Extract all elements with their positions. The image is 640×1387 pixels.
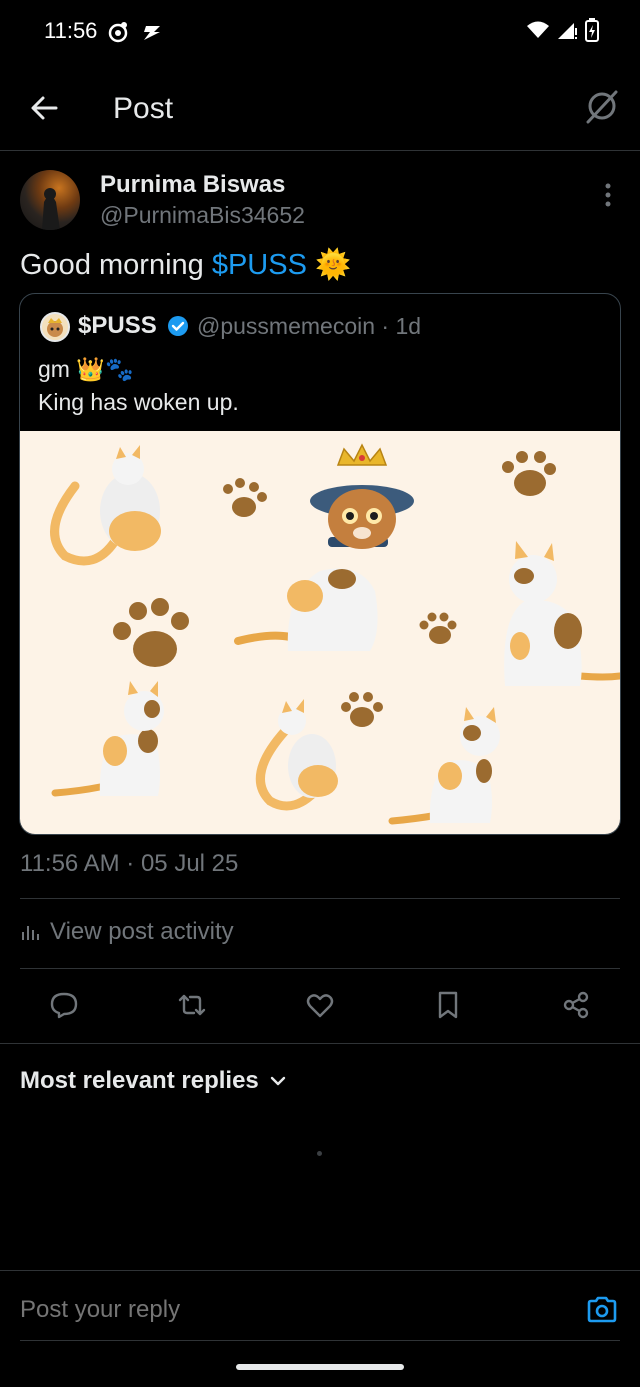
camera-icon: [587, 1296, 617, 1323]
cat-illustration: [388, 707, 500, 825]
view-post-activity-link[interactable]: View post activity: [20, 918, 234, 946]
replies-sort-label: Most relevant replies: [20, 1067, 259, 1094]
post-text-prefix: Good morning: [20, 249, 212, 281]
author-handle[interactable]: @PurnimaBis34652: [100, 202, 305, 229]
grok-icon: [586, 90, 618, 124]
arrow-left-icon: [31, 96, 58, 120]
analytics-icon: [22, 926, 39, 940]
page-title: Post: [113, 92, 174, 125]
home-indicator[interactable]: [236, 1364, 404, 1370]
share-button[interactable]: [556, 985, 596, 1025]
paw-print: [113, 598, 189, 667]
replies-sort-dropdown[interactable]: Most relevant replies: [20, 1067, 287, 1095]
like-button[interactable]: [300, 985, 340, 1025]
app-notification-icon: [140, 22, 164, 42]
signal-icon: [558, 23, 577, 39]
cat-illustration: [504, 541, 620, 686]
author-name[interactable]: Purnima Biswas: [100, 171, 285, 199]
divider: [20, 898, 620, 899]
status-icons: [526, 18, 600, 42]
more-options-button[interactable]: [598, 180, 618, 210]
sun-emoji: 🌞: [315, 249, 352, 281]
cat-illustration: [51, 681, 164, 797]
divider: [20, 1340, 620, 1341]
loading-indicator: [317, 1151, 322, 1156]
notification-icon: [106, 20, 130, 44]
quoted-post[interactable]: $PUSS @pussmemecoin · 1d gm 👑🐾 King has …: [19, 293, 621, 835]
quote-text-line1: gm 👑🐾: [38, 356, 134, 382]
more-vertical-icon: [605, 183, 611, 207]
battery-icon: [585, 18, 599, 42]
divider: [0, 1270, 640, 1271]
paw-print: [341, 692, 383, 727]
reply-icon: [50, 992, 78, 1019]
back-button[interactable]: [28, 92, 60, 124]
bookmark-icon: [438, 991, 458, 1019]
header-divider: [0, 150, 640, 151]
reply-input[interactable]: [20, 1296, 520, 1324]
paw-print: [419, 612, 457, 644]
camera-button[interactable]: [584, 1292, 620, 1328]
grok-button[interactable]: [584, 88, 620, 124]
repost-button[interactable]: [172, 985, 212, 1025]
view-post-activity-label: View post activity: [50, 918, 234, 945]
author-avatar[interactable]: [20, 170, 80, 230]
post-timestamp: 11:56 AM · 05 Jul 25: [20, 850, 239, 877]
share-icon: [563, 991, 589, 1019]
cashtag-link[interactable]: $PUSS: [212, 249, 307, 281]
cat-illustration: [50, 445, 161, 566]
post-text: Good morning $PUSS 🌞: [20, 248, 351, 282]
verified-badge-icon: [167, 315, 189, 337]
paw-print: [502, 451, 556, 496]
paw-print: [223, 478, 267, 517]
quote-media-image[interactable]: [20, 431, 620, 834]
chevron-down-icon: [270, 1076, 285, 1086]
quote-text-line2: King has woken up.: [38, 389, 239, 415]
divider: [0, 1043, 640, 1044]
cat-illustration: [255, 699, 338, 811]
status-time: 11:56: [44, 18, 98, 43]
quote-author-name: $PUSS: [78, 312, 157, 339]
heart-icon: [306, 994, 334, 1018]
bookmark-button[interactable]: [428, 985, 468, 1025]
repost-icon: [178, 994, 206, 1016]
reply-button[interactable]: [44, 985, 84, 1025]
divider: [20, 968, 620, 969]
king-cat-illustration: [234, 443, 414, 651]
wifi-icon: [527, 21, 549, 38]
quote-avatar: [40, 312, 70, 342]
action-bar: [0, 985, 640, 1029]
quote-handle-time: @pussmemecoin · 1d: [197, 313, 422, 339]
